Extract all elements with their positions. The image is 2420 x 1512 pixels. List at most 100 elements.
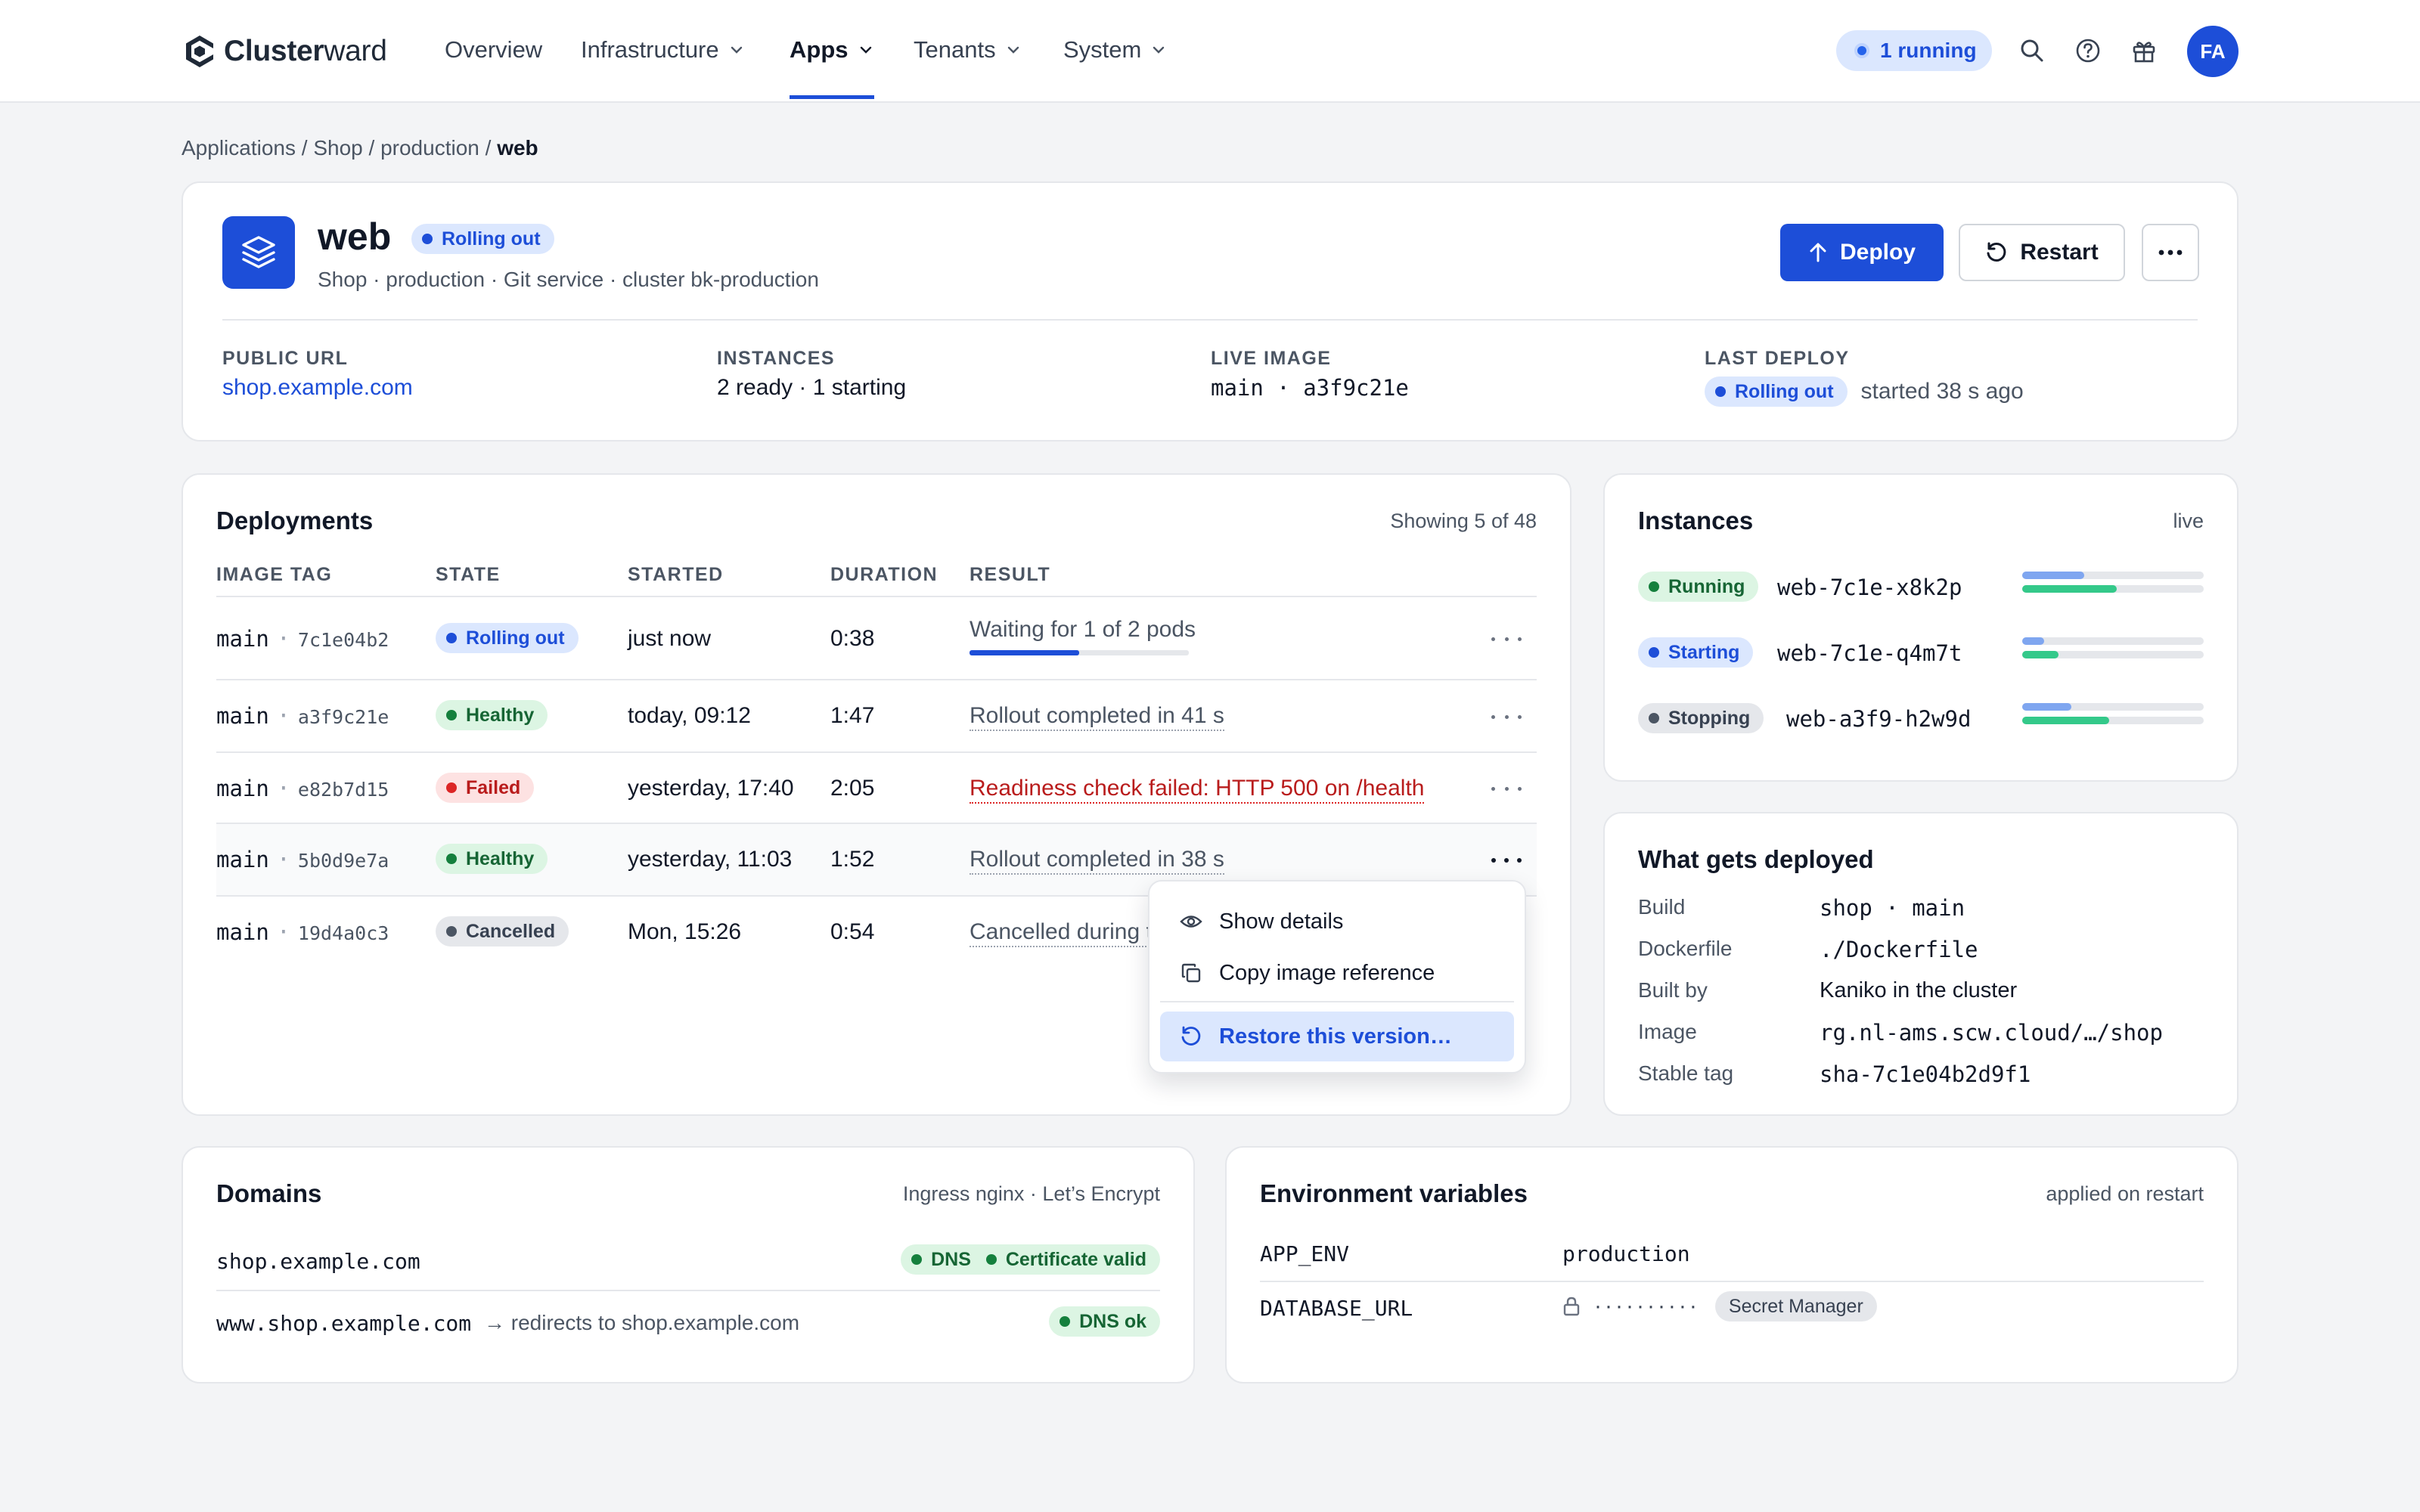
memory-usage-bar	[2022, 717, 2204, 724]
row-actions-button[interactable]	[1491, 853, 1522, 868]
instance-status-badge: Stopping	[1638, 703, 1764, 733]
nav-tenants[interactable]: Tenants	[914, 36, 1020, 64]
status-dot	[1649, 713, 1659, 723]
domain-row[interactable]: www.shop.example.com → redirects to shop…	[216, 1305, 1160, 1340]
status-dot	[1854, 43, 1869, 58]
brand-logo[interactable]: Clusterward	[183, 33, 387, 70]
last-deploy-value: Rolling out started 38 s ago	[1705, 376, 2024, 407]
domain-divider	[216, 1290, 1160, 1291]
redirect-note: → redirects to shop.example.com	[484, 1311, 800, 1334]
public-url-label: PUBLIC URL	[222, 348, 349, 369]
menu-item-copy-image-reference[interactable]: Copy image reference	[1160, 948, 1514, 998]
nav-apps[interactable]: Apps	[790, 36, 873, 64]
row-actions-button[interactable]	[1491, 709, 1522, 724]
instance-row[interactable]: Stopping web-a3f9-h2w9d	[1638, 702, 2204, 735]
app-status-badge: Rolling out	[411, 224, 554, 254]
user-avatar[interactable]: FA	[2187, 26, 2238, 77]
env-key: DATABASE_URL	[1260, 1296, 1413, 1321]
instance-row[interactable]: Starting web-7c1e-q4m7t	[1638, 636, 2204, 669]
deployment-row[interactable]: main · a3f9c21e Healthy today, 09:12 1:47 …	[216, 680, 1537, 753]
env-secret-value[interactable]: ·········· Secret Manager	[1562, 1291, 1877, 1321]
status-dot	[446, 782, 457, 793]
instance-status-badge: Starting	[1638, 637, 1754, 668]
arrow-up-icon	[1810, 243, 1826, 262]
env-title: Environment variables	[1260, 1179, 1528, 1207]
instance-row[interactable]: Running web-7c1e-x8k2p	[1638, 570, 2204, 603]
row-actions-button[interactable]	[1491, 781, 1522, 796]
instances-live-label: live	[2173, 510, 2204, 532]
breadcrumb-separator: /	[485, 136, 492, 160]
memory-usage-bar	[2022, 651, 2204, 658]
public-url-link[interactable]: shop.example.com	[222, 375, 413, 401]
status-dot	[446, 926, 457, 937]
started-time: just now	[628, 626, 712, 651]
nav-infrastructure[interactable]: Infrastructure	[581, 36, 743, 64]
header-divider	[222, 319, 2198, 321]
last-deploy-label: LAST DEPLOY	[1705, 348, 1850, 369]
domain-row[interactable]: shop.example.com DNS ok Certificate vali…	[216, 1243, 1160, 1278]
status-dot	[985, 1254, 997, 1265]
result-text[interactable]: Rollout completed in 41 s	[970, 703, 1224, 731]
cpu-usage-fill	[2022, 572, 2084, 579]
started-time: Mon, 15:26	[628, 919, 742, 944]
instances-card: Instances live Running web-7c1e-x8k2p St…	[1603, 473, 2238, 782]
image-tag: main · 19d4a0c3	[216, 919, 389, 946]
build-value: shop · main	[1820, 895, 1965, 921]
duration: 1:52	[830, 847, 875, 872]
breadcrumb-production[interactable]: production	[380, 136, 479, 160]
state-badge: Cancelled	[436, 916, 569, 947]
state-badge: Healthy	[436, 700, 548, 730]
masked-value: ··········	[1594, 1294, 1700, 1318]
deployment-row[interactable]: main · 7c1e04b2 Rolling out just now 0:38 …	[216, 597, 1537, 680]
column-header-state: STATE	[436, 564, 501, 585]
more-actions-button[interactable]	[2142, 224, 2199, 281]
breadcrumb-separator: /	[301, 136, 308, 160]
menu-item-restore-version[interactable]: Restore this version…	[1160, 1012, 1514, 1061]
result-text[interactable]: Rollout completed in 38 s	[970, 847, 1224, 875]
gift-icon[interactable]	[2131, 38, 2157, 64]
running-jobs-pill[interactable]: 1 running	[1836, 30, 1992, 71]
deployment-row[interactable]: main · e82b7d15 Failed yesterday, 17:40 2:…	[216, 753, 1537, 824]
deploy-button[interactable]: Deploy	[1780, 224, 1944, 281]
breadcrumb-shop[interactable]: Shop	[313, 136, 362, 160]
help-icon[interactable]	[2075, 38, 2101, 64]
domain-host: www.shop.example.com	[216, 1311, 472, 1336]
nav-overview[interactable]: Overview	[445, 36, 542, 64]
row-actions-button[interactable]	[1491, 631, 1522, 646]
live-image-value: main · a3f9c21e	[1211, 375, 1409, 401]
menu-item-show-details[interactable]: Show details	[1160, 897, 1514, 947]
status-dot	[446, 710, 457, 720]
domains-title: Domains	[216, 1179, 322, 1207]
started-time: yesterday, 17:40	[628, 776, 794, 801]
state-badge: Healthy	[436, 844, 548, 874]
instances-label: INSTANCES	[717, 348, 836, 369]
started-time: yesterday, 11:03	[628, 847, 793, 872]
column-header-duration: DURATION	[830, 564, 939, 585]
cpu-usage-fill	[2022, 703, 2071, 711]
breadcrumb-separator: /	[368, 136, 375, 160]
env-divider	[1260, 1281, 2204, 1282]
live-image-label: LIVE IMAGE	[1211, 348, 1332, 369]
memory-usage-fill	[2022, 585, 2117, 593]
breadcrumb-current: web	[497, 136, 538, 160]
chevron-down-icon	[860, 46, 871, 54]
result-text[interactable]: Readiness check failed: HTTP 500 on /hea…	[970, 776, 1425, 804]
search-icon[interactable]	[2019, 38, 2045, 64]
menu-divider	[1160, 1001, 1514, 1002]
nav-system[interactable]: System	[1063, 36, 1165, 64]
breadcrumb-applications[interactable]: Applications	[182, 136, 296, 160]
status-dot	[1649, 647, 1659, 658]
environment-variables-card: Environment variables applied on restart…	[1225, 1146, 2238, 1383]
env-value[interactable]: production	[1562, 1241, 1690, 1266]
state-badge: Rolling out	[436, 623, 579, 653]
dockerfile-value: ./Dockerfile	[1820, 937, 1978, 962]
status-dot	[911, 1254, 923, 1265]
restart-button[interactable]: Restart	[1959, 224, 2125, 281]
last-deploy-status-badge: Rolling out	[1705, 376, 1848, 407]
env-applied-note: applied on restart	[2046, 1182, 2204, 1205]
rollout-progress-fill	[970, 650, 1079, 655]
result-text[interactable]: Cancelled during t	[970, 919, 1153, 947]
instances-title: Instances	[1638, 507, 1754, 534]
status-dot	[446, 854, 457, 864]
clusterward-logo-icon	[186, 36, 213, 67]
